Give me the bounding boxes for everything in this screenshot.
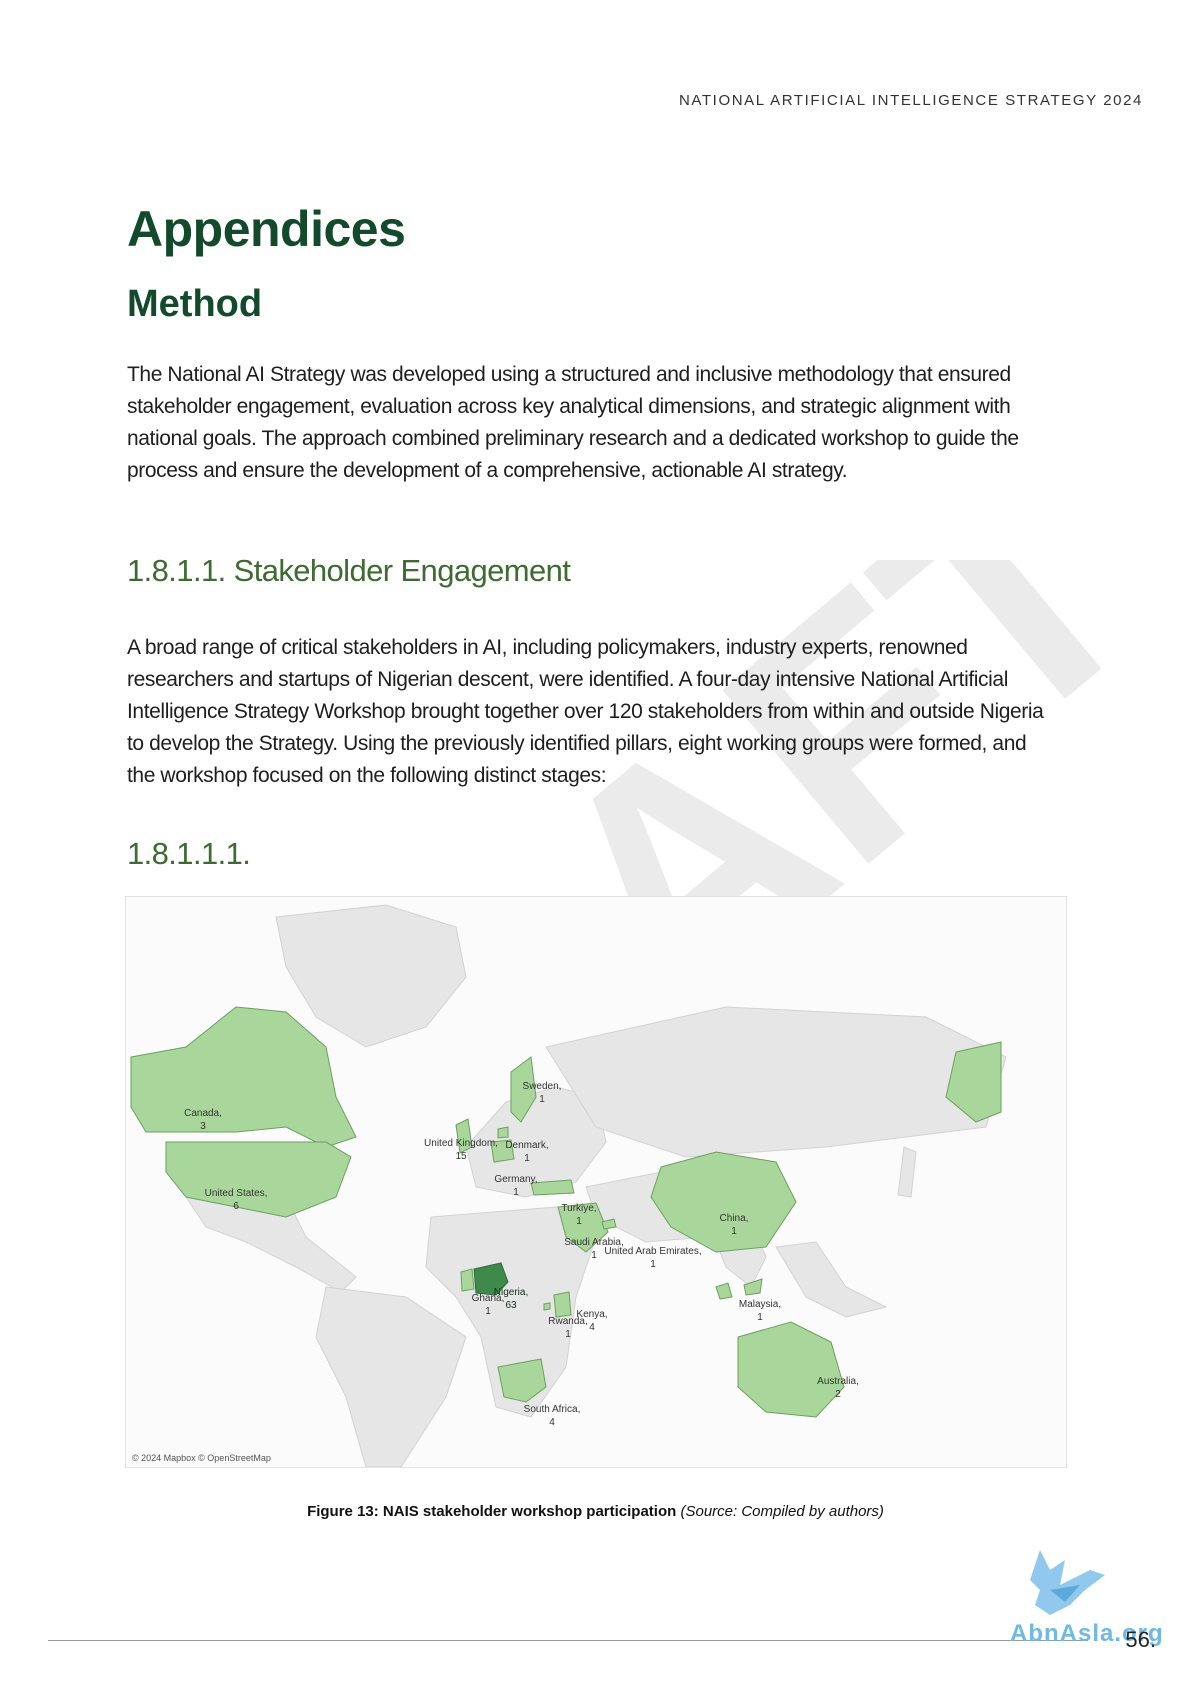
running-header: NATIONAL ARTIFICIAL INTELLIGENCE STRATEG… xyxy=(679,92,1143,109)
rwanda-shape xyxy=(543,1302,551,1311)
japan-shape xyxy=(897,1146,917,1198)
denmark-shape xyxy=(497,1126,509,1139)
participation-map[interactable]: Canada, 3 United States, 6 United Kingdom,… xyxy=(125,896,1067,1468)
figure-caption: Figure 13: NAIS stakeholder workshop par… xyxy=(0,1503,1191,1520)
intro-paragraph: The National AI Strategy was developed u… xyxy=(127,363,1019,482)
label-malaysia: Malaysia, 1 xyxy=(738,1299,782,1323)
figure-source: (Source: Compiled by authors) xyxy=(680,1503,884,1520)
label-canada: Canada, 3 xyxy=(184,1108,222,1132)
label-australia: Australia, 2 xyxy=(817,1376,859,1400)
canada-shape xyxy=(130,1006,357,1148)
label-south-africa: South Africa, 4 xyxy=(523,1404,581,1428)
subsection-heading-stakeholder: 1.8.1.1. Stakeholder Engagement xyxy=(127,553,571,588)
label-ghana: Ghana, 1 xyxy=(471,1293,505,1317)
label-germany: Germany, 1 xyxy=(494,1174,538,1198)
australia-shape xyxy=(737,1321,845,1418)
page-title: Appendices xyxy=(127,201,406,257)
footer-rule xyxy=(48,1640,1088,1641)
label-denmark: Denmark, 1 xyxy=(505,1140,549,1164)
label-rwanda: Rwanda, 1 xyxy=(548,1316,588,1340)
label-sweden: Sweden, 1 xyxy=(522,1081,562,1105)
map-attribution[interactable]: © 2024 Mapbox © OpenStreetMap xyxy=(132,1453,271,1463)
ghana-shape xyxy=(460,1268,475,1292)
stakeholder-paragraph: A broad range of critical stakeholders i… xyxy=(127,636,1044,787)
greenland-shape xyxy=(275,904,467,1048)
south-america-shape xyxy=(315,1286,467,1467)
label-united-kingdom: United Kingdom, 15 xyxy=(424,1138,498,1162)
section-subtitle: Method xyxy=(127,283,263,325)
southeast-asia-shape xyxy=(775,1241,888,1318)
label-china: China, 1 xyxy=(719,1213,749,1237)
kenya-shape xyxy=(553,1291,572,1318)
figure-label: Figure 13: NAIS stakeholder workshop par… xyxy=(307,1503,677,1520)
label-united-states: United States, 6 xyxy=(204,1188,268,1212)
label-turkiye: Turkiye, 1 xyxy=(561,1203,597,1227)
page-number: 56. xyxy=(1125,1627,1156,1652)
subsection-heading-number: 1.8.1.1.1. xyxy=(127,836,251,871)
label-uae: United Arab Emirates, 1 xyxy=(604,1246,702,1270)
malaysia-shape xyxy=(715,1278,763,1300)
world-map-shapes xyxy=(130,904,1007,1467)
russia-shape xyxy=(545,1006,1007,1158)
